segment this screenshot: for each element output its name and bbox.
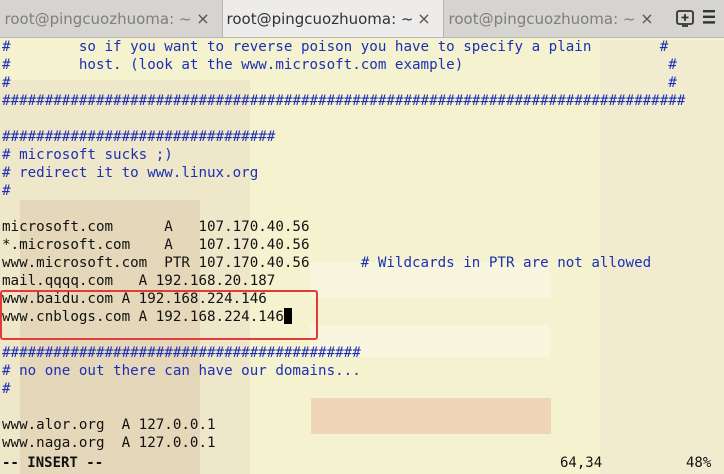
comment-text: # host. (look at the www.microsoft.com e…	[2, 57, 677, 73]
tab-terminal-2[interactable]: root@pingcuozhuoma: ~ ×	[222, 0, 444, 37]
terminal-buffer[interactable]: # so if you want to reverse poison you h…	[0, 38, 724, 474]
tab-title: root@pingcuozhuoma: ~	[4, 9, 192, 28]
record-text: mail.qqqq.com A 192.168.20.187	[2, 273, 276, 289]
close-icon[interactable]: ×	[196, 10, 210, 26]
terminal-line: ########################################…	[0, 344, 724, 362]
terminal-line: www.cnblogs.com A 192.168.224.146	[0, 308, 724, 326]
comment-text: ########################################…	[2, 93, 686, 109]
terminal-line: ########################################…	[0, 92, 724, 110]
terminal-line: # #	[0, 74, 724, 92]
terminal-line: # host. (look at the www.microsoft.com e…	[0, 56, 724, 74]
record-text: www.naga.org A 127.0.0.1	[2, 435, 216, 451]
terminal-line: www.naga.org A 127.0.0.1	[0, 434, 724, 452]
record-text: www.microsoft.com PTR 107.170.40.56	[2, 255, 310, 271]
tab-terminal-1[interactable]: root@pingcuozhuoma: ~ ×	[0, 0, 222, 37]
insert-mode-indicator: -- INSERT --	[2, 455, 104, 471]
text-cursor	[283, 308, 292, 324]
terminal-line: *.microsoft.com A 107.170.40.56	[0, 236, 724, 254]
close-icon[interactable]: ×	[640, 10, 654, 26]
tab-bar: root@pingcuozhuoma: ~ × root@pingcuozhuo…	[0, 0, 724, 38]
comment-text: # #	[2, 75, 677, 91]
terminal-line: # redirect it to www.linux.org	[0, 164, 724, 182]
terminal-line: www.baidu.com A 192.168.224.146	[0, 290, 724, 308]
comment-text: #	[2, 381, 11, 397]
terminal-line: www.alor.org A 127.0.0.1	[0, 416, 724, 434]
comment-text: # microsoft sucks ;)	[2, 147, 173, 163]
terminal-line: # no one out there can have our domains.…	[0, 362, 724, 380]
terminal-line: # so if you want to reverse poison you h…	[0, 38, 724, 56]
terminal-line: # microsoft sucks ;)	[0, 146, 724, 164]
terminal-line: www.microsoft.com PTR 107.170.40.56 # Wi…	[0, 254, 724, 272]
tab-title: root@pingcuozhuoma: ~	[226, 9, 414, 28]
tab-title: root@pingcuozhuoma: ~	[448, 9, 636, 28]
comment-text: # no one out there can have our domains.…	[2, 363, 361, 379]
menu-icon[interactable]	[703, 10, 715, 24]
comment-text: # redirect it to www.linux.org	[2, 165, 259, 181]
record-text: microsoft.com A 107.170.40.56	[2, 219, 310, 235]
terminal-line: ################################	[0, 128, 724, 146]
record-text: www.cnblogs.com A 192.168.224.146	[2, 309, 284, 325]
close-icon[interactable]: ×	[417, 10, 431, 26]
scroll-percent: 48%	[686, 455, 712, 471]
new-tab-icon[interactable]	[674, 7, 696, 29]
terminal-line: #	[0, 380, 724, 398]
vim-status-bar: -- INSERT -- 64,34 48%	[0, 454, 724, 474]
comment-text: #	[2, 183, 11, 199]
comment-text: # Wildcards in PTR are not allowed	[309, 255, 652, 271]
terminal-line: mail.qqqq.com A 192.168.20.187	[0, 272, 724, 290]
comment-text: ################################	[2, 129, 276, 145]
cursor-position: 64,34	[560, 455, 603, 471]
record-text: *.microsoft.com A 107.170.40.56	[2, 237, 310, 253]
comment-text: # so if you want to reverse poison you h…	[2, 39, 669, 55]
terminal-line: #	[0, 182, 724, 200]
comment-text: ########################################…	[2, 345, 361, 361]
record-text: www.alor.org A 127.0.0.1	[2, 417, 216, 433]
tab-terminal-3[interactable]: root@pingcuozhuoma: ~ ×	[444, 0, 666, 37]
record-text: www.baidu.com A 192.168.224.146	[2, 291, 267, 307]
terminal-line: microsoft.com A 107.170.40.56	[0, 218, 724, 236]
